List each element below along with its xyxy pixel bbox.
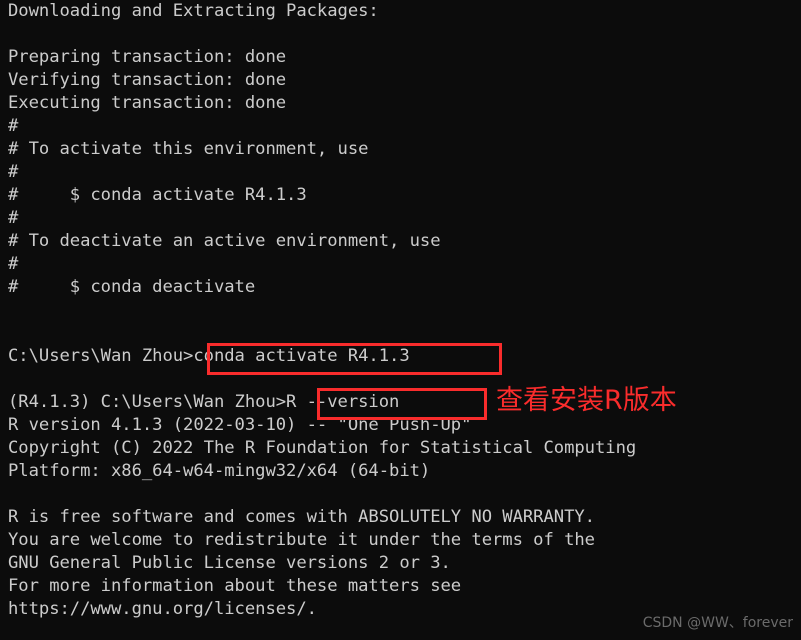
console-output: Downloading and Extracting Packages: Pre…: [8, 1, 637, 619]
terminal-window[interactable]: Downloading and Extracting Packages: Pre…: [0, 0, 801, 640]
annotation-note-label: 查看安装R版本: [496, 385, 677, 416]
csdn-watermark: CSDN @WW、forever: [642, 615, 793, 631]
